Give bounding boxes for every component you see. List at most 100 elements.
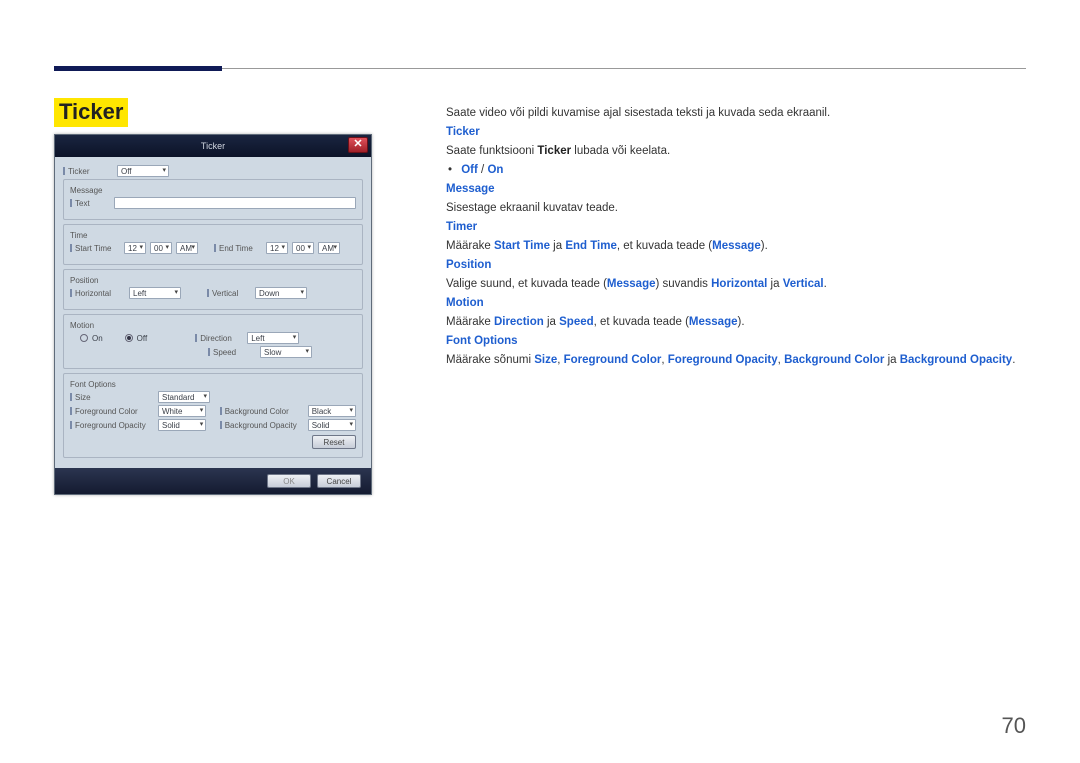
dialog-body: Ticker Off Message Text Time Start Time … <box>55 157 371 468</box>
motion-off-label: Off <box>137 334 148 343</box>
text-span: Valige suund, et kuvada teade ( <box>446 278 607 290</box>
text-span: ja <box>544 316 559 328</box>
message-subhead: Message <box>446 180 1026 199</box>
text-span: Määrake <box>446 316 494 328</box>
text-link: Background Color <box>784 354 884 366</box>
text-link: Background Opacity <box>900 354 1012 366</box>
text-link: Direction <box>494 316 544 328</box>
text-span: . <box>1012 354 1015 366</box>
text-link: Vertical <box>783 278 824 290</box>
text-link: Foreground Opacity <box>668 354 778 366</box>
ticker-subhead: Ticker <box>446 123 1026 142</box>
bg-color-dropdown[interactable]: Black <box>308 405 356 417</box>
text-span: Saate funktsiooni <box>446 145 537 157</box>
text-span: , et kuvada teade ( <box>617 240 712 252</box>
message-desc: Sisestage ekraanil kuvatav teade. <box>446 199 1026 218</box>
text-span: Määrake sõnumi <box>446 354 534 366</box>
fg-color-dropdown[interactable]: White <box>158 405 206 417</box>
dialog-title: Ticker <box>201 141 225 151</box>
text-span: ja <box>767 278 782 290</box>
vertical-label: Vertical <box>207 289 251 298</box>
text-link: Foreground Color <box>564 354 662 366</box>
dialog-footer: OK Cancel <box>55 468 371 494</box>
direction-label: Direction <box>195 334 243 343</box>
cancel-button[interactable]: Cancel <box>317 474 361 488</box>
text-link: Message <box>689 316 738 328</box>
ticker-dropdown[interactable]: Off <box>117 165 169 177</box>
end-ampm-dropdown[interactable]: AM <box>318 242 340 254</box>
ticker-desc: Saate funktsiooni Ticker lubada või keel… <box>446 142 1026 161</box>
motion-on-radio[interactable] <box>80 334 88 342</box>
fg-opacity-dropdown[interactable]: Solid <box>158 419 206 431</box>
close-icon[interactable]: ✕ <box>348 137 368 153</box>
vertical-dropdown[interactable]: Down <box>255 287 307 299</box>
section-heading: Ticker <box>54 98 128 127</box>
size-label: Size <box>70 393 154 402</box>
off-on-bullet: Off / On <box>446 161 1026 180</box>
text-link: Speed <box>559 316 594 328</box>
size-dropdown[interactable]: Standard <box>158 391 210 403</box>
font-options-group-title: Font Options <box>70 380 356 389</box>
text-span: , et kuvada teade ( <box>594 316 689 328</box>
bg-opacity-label: Background Opacity <box>220 421 304 430</box>
text-span: lubada või keelata. <box>571 145 670 157</box>
text-link: Message <box>712 240 761 252</box>
end-time-label: End Time <box>214 244 262 253</box>
text-span: ja <box>550 240 565 252</box>
text-link: Message <box>607 278 656 290</box>
dialog-titlebar: Ticker ✕ <box>55 135 371 157</box>
motion-on-label: On <box>92 334 103 343</box>
text-field[interactable] <box>114 197 356 209</box>
on-link: On <box>487 164 503 176</box>
start-ampm-dropdown[interactable]: AM <box>176 242 198 254</box>
speed-label: Speed <box>208 348 256 357</box>
text-link: End Time <box>565 240 617 252</box>
horizontal-label: Horizontal <box>70 289 125 298</box>
page-number: 70 <box>1002 713 1026 739</box>
position-group: Position Horizontal Left Vertical Down <box>63 269 363 310</box>
motion-group: Motion On Off Direction Left Speed Slow <box>63 314 363 369</box>
header-accent-bar <box>54 66 222 71</box>
end-min-dropdown[interactable]: 00 <box>292 242 314 254</box>
text-span: . <box>824 278 827 290</box>
motion-off-radio[interactable] <box>125 334 133 342</box>
ok-button[interactable]: OK <box>267 474 311 488</box>
message-group-title: Message <box>70 186 356 195</box>
direction-dropdown[interactable]: Left <box>247 332 299 344</box>
fg-color-label: Foreground Color <box>70 407 154 416</box>
start-hour-dropdown[interactable]: 12 <box>124 242 146 254</box>
text-span: ). <box>761 240 768 252</box>
text-bold: Ticker <box>537 145 571 157</box>
ticker-dialog: Ticker ✕ Ticker Off Message Text Time St… <box>54 134 372 495</box>
ticker-label: Ticker <box>63 167 113 176</box>
start-min-dropdown[interactable]: 00 <box>150 242 172 254</box>
text-label: Text <box>70 199 110 208</box>
font-options-group: Font Options Size Standard Foreground Co… <box>63 373 363 458</box>
reset-button[interactable]: Reset <box>312 435 356 449</box>
separator: / <box>478 164 488 176</box>
position-desc: Valige suund, et kuvada teade (Message) … <box>446 275 1026 294</box>
position-subhead: Position <box>446 256 1026 275</box>
horizontal-dropdown[interactable]: Left <box>129 287 181 299</box>
text-span: ) suvandis <box>656 278 712 290</box>
timer-desc: Määrake Start Time ja End Time, et kuvad… <box>446 237 1026 256</box>
text-link: Size <box>534 354 557 366</box>
motion-desc: Määrake Direction ja Speed, et kuvada te… <box>446 313 1026 332</box>
text-link: Horizontal <box>711 278 767 290</box>
end-hour-dropdown[interactable]: 12 <box>266 242 288 254</box>
fg-opacity-label: Foreground Opacity <box>70 421 154 430</box>
text-span: Määrake <box>446 240 494 252</box>
text-link: Start Time <box>494 240 550 252</box>
timer-subhead: Timer <box>446 218 1026 237</box>
bg-opacity-dropdown[interactable]: Solid <box>308 419 356 431</box>
fontopts-subhead: Font Options <box>446 332 1026 351</box>
bg-color-label: Background Color <box>220 407 304 416</box>
time-group: Time Start Time 12 00 AM End Time 12 00 … <box>63 224 363 265</box>
intro-text: Saate video või pildi kuvamise ajal sise… <box>446 104 1026 123</box>
message-group: Message Text <box>63 179 363 220</box>
motion-subhead: Motion <box>446 294 1026 313</box>
speed-dropdown[interactable]: Slow <box>260 346 312 358</box>
text-span: ja <box>884 354 899 366</box>
text-span: ). <box>738 316 745 328</box>
time-group-title: Time <box>70 231 356 240</box>
